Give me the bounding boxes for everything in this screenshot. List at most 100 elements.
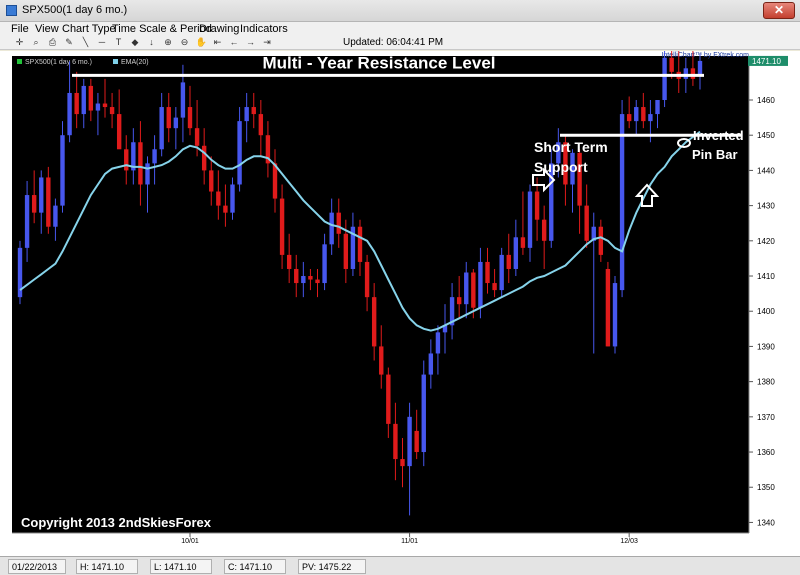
close-button[interactable]: ✕ [763, 2, 795, 19]
hline-icon[interactable]: ─ [97, 37, 108, 48]
status-pv: PV: 1475.22 [298, 559, 366, 574]
candle-body [471, 272, 476, 308]
price-chart[interactable]: IntelliChart™ by FXtrek.com SPX500(1 day … [0, 51, 800, 556]
candle-body [541, 219, 547, 241]
scroll-end-icon[interactable]: ⇥ [262, 37, 273, 48]
candle-body [648, 114, 653, 122]
menu-drawing[interactable]: Drawing [199, 23, 239, 35]
candle-body [506, 254, 511, 269]
y-tick-label: 1340 [757, 518, 775, 527]
marker-icon[interactable]: ◆ [130, 37, 141, 48]
candle-body [81, 85, 86, 115]
y-tick-label: 1350 [757, 483, 775, 492]
menu-file[interactable]: File [11, 23, 29, 35]
zoom-in-icon[interactable]: ⊕ [163, 37, 174, 48]
candle-body [584, 205, 589, 241]
status-bar: 01/22/2013 H: 1471.10 L: 1471.10 C: 1471… [0, 556, 800, 575]
candle-body [478, 261, 483, 308]
candle-body [173, 117, 179, 129]
menu-view[interactable]: View [35, 23, 59, 35]
print-icon[interactable]: ⎙ [47, 37, 58, 48]
candle-body [60, 135, 65, 206]
candle-body [74, 92, 79, 115]
candle-body [237, 121, 242, 185]
candle-body [315, 279, 320, 284]
crosshair-icon[interactable]: ✛ [14, 37, 25, 48]
status-high: H: 1471.10 [76, 559, 138, 574]
candle-body [145, 163, 150, 185]
candle-body [534, 191, 540, 220]
candle-body [39, 177, 44, 213]
candle-body [279, 198, 285, 255]
candle-body [435, 332, 441, 354]
menu-chart-type[interactable]: Chart Type [62, 23, 116, 35]
candle-body [626, 114, 632, 122]
pinbar-label-line1: Inverted [693, 128, 744, 143]
y-tick-label: 1360 [757, 448, 775, 457]
pan-icon[interactable]: ✋ [196, 37, 207, 48]
candle-body [95, 103, 101, 111]
candle-body [124, 149, 129, 171]
candle-body [138, 142, 143, 185]
candle-body [499, 254, 504, 291]
candle-body [88, 85, 94, 111]
candle-body [619, 114, 625, 291]
candle-body [46, 177, 51, 227]
candle-body [485, 261, 490, 284]
menu-indicators[interactable]: Indicators [240, 23, 288, 35]
menu-time-scale[interactable]: Time Scale & Period [112, 23, 212, 35]
candle-body [641, 107, 646, 122]
scroll-start-icon[interactable]: ⇤ [212, 37, 223, 48]
y-tick-label: 1430 [757, 202, 775, 211]
candle-body [421, 374, 426, 453]
title-bar: SPX500(1 day 6 mo.) ✕ [0, 0, 800, 22]
plot-background [12, 56, 749, 533]
candle-body [605, 268, 611, 347]
candle-body [109, 107, 115, 115]
support-label-line2: Support [534, 159, 588, 175]
candle-body [336, 212, 341, 234]
candle-body [393, 423, 398, 460]
candle-body [669, 57, 674, 72]
candle-body [428, 353, 434, 375]
candle-body [258, 114, 264, 136]
candle-body [492, 283, 497, 291]
candle-body [31, 195, 37, 213]
status-low: L: 1471.10 [150, 559, 212, 574]
legend-swatch-1 [113, 59, 118, 64]
candle-body [364, 261, 370, 298]
legend-label-1: EMA(20) [121, 59, 149, 66]
candle-body [166, 107, 171, 129]
status-date: 01/22/2013 [8, 559, 66, 574]
zoom-icon[interactable]: ⌕ [31, 37, 42, 48]
candle-body [216, 191, 221, 206]
pencil-icon[interactable]: ✎ [64, 37, 75, 48]
zoom-out-icon[interactable]: ⊖ [179, 37, 190, 48]
candle-body [612, 283, 618, 347]
scroll-right-icon[interactable]: → [245, 37, 256, 48]
y-tick-label: 1400 [757, 307, 775, 316]
candle-body [209, 170, 214, 192]
candle-body [386, 374, 391, 424]
candle-body [662, 57, 667, 101]
chart-area[interactable]: IntelliChart™ by FXtrek.com SPX500(1 day … [0, 51, 800, 556]
candle-body [329, 212, 334, 245]
candle-body [527, 191, 533, 248]
candle-body [690, 68, 696, 79]
scroll-left-icon[interactable]: ← [229, 37, 240, 48]
candle-body [634, 107, 639, 122]
candle-body [201, 145, 207, 171]
candle-body [371, 297, 377, 347]
y-tick-label: 1380 [757, 378, 775, 387]
text-icon[interactable]: T [113, 37, 124, 48]
candle-body [53, 205, 58, 227]
candle-body [194, 128, 200, 146]
candle-body [683, 68, 689, 79]
down-icon[interactable]: ↓ [146, 37, 157, 48]
resistance-label: Multi - Year Resistance Level [262, 53, 495, 72]
updated-time: Updated: 06:04:41 PM [343, 37, 444, 48]
line-icon[interactable]: ╲ [80, 37, 91, 48]
x-tick-label: 11/01 [401, 538, 418, 545]
candle-body [655, 100, 660, 115]
candle-body [223, 205, 228, 213]
